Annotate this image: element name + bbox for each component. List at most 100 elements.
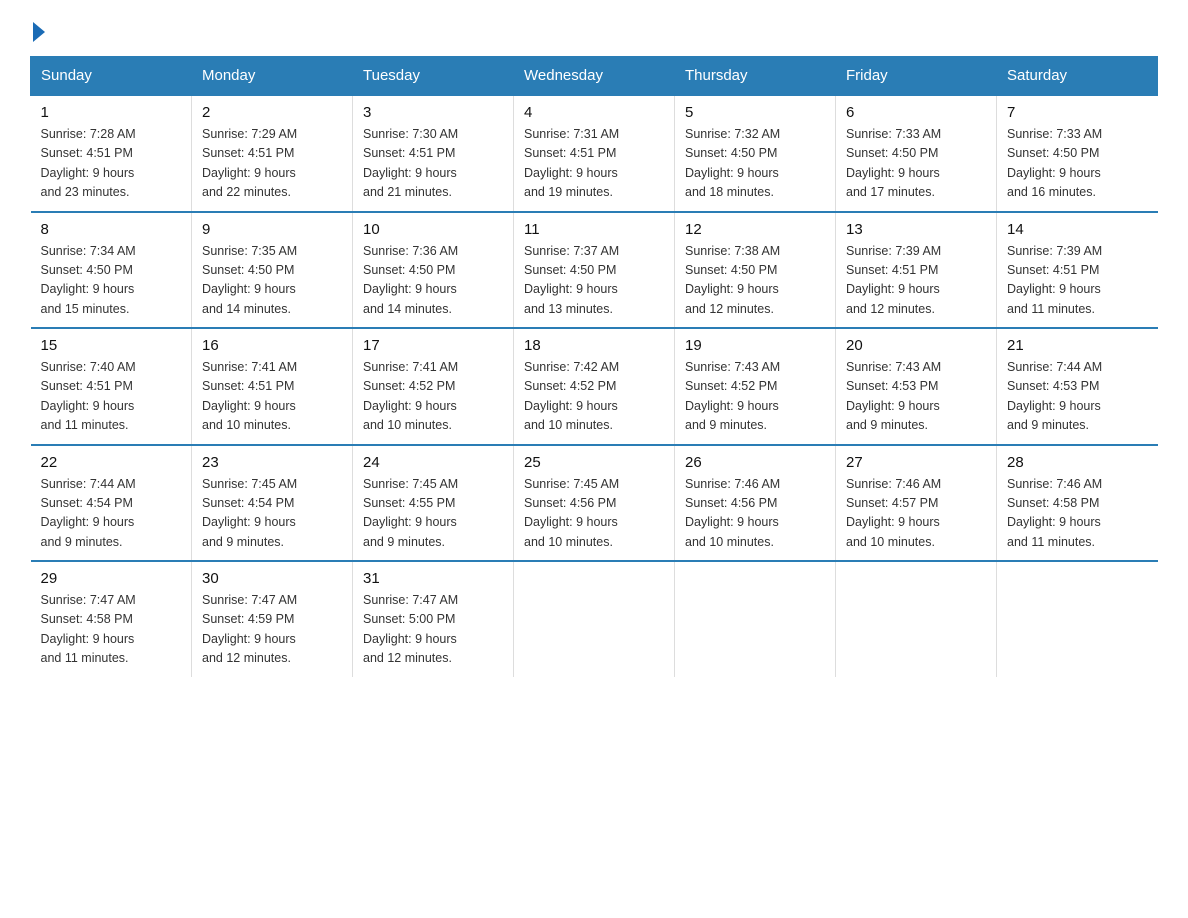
day-info: Sunrise: 7:28 AM Sunset: 4:51 PM Dayligh… (41, 125, 182, 203)
day-cell: 5 Sunrise: 7:32 AM Sunset: 4:50 PM Dayli… (675, 95, 836, 212)
day-number: 7 (1007, 104, 1148, 121)
day-info: Sunrise: 7:43 AM Sunset: 4:52 PM Dayligh… (685, 358, 825, 436)
day-number: 14 (1007, 221, 1148, 238)
logo (30, 20, 45, 38)
day-cell: 28 Sunrise: 7:46 AM Sunset: 4:58 PM Dayl… (997, 445, 1158, 562)
logo-arrow-icon (33, 22, 45, 42)
header-cell-wednesday: Wednesday (514, 57, 675, 96)
header-cell-monday: Monday (192, 57, 353, 96)
day-info: Sunrise: 7:44 AM Sunset: 4:53 PM Dayligh… (1007, 358, 1148, 436)
day-cell: 13 Sunrise: 7:39 AM Sunset: 4:51 PM Dayl… (836, 212, 997, 329)
day-cell: 4 Sunrise: 7:31 AM Sunset: 4:51 PM Dayli… (514, 95, 675, 212)
day-number: 8 (41, 221, 182, 238)
week-row-4: 22 Sunrise: 7:44 AM Sunset: 4:54 PM Dayl… (31, 445, 1158, 562)
day-cell: 18 Sunrise: 7:42 AM Sunset: 4:52 PM Dayl… (514, 328, 675, 445)
day-info: Sunrise: 7:40 AM Sunset: 4:51 PM Dayligh… (41, 358, 182, 436)
day-number: 24 (363, 454, 503, 471)
day-cell: 25 Sunrise: 7:45 AM Sunset: 4:56 PM Dayl… (514, 445, 675, 562)
day-info: Sunrise: 7:43 AM Sunset: 4:53 PM Dayligh… (846, 358, 986, 436)
day-number: 12 (685, 221, 825, 238)
day-info: Sunrise: 7:31 AM Sunset: 4:51 PM Dayligh… (524, 125, 664, 203)
day-info: Sunrise: 7:44 AM Sunset: 4:54 PM Dayligh… (41, 475, 182, 553)
day-info: Sunrise: 7:46 AM Sunset: 4:58 PM Dayligh… (1007, 475, 1148, 553)
day-cell (675, 561, 836, 677)
week-row-2: 8 Sunrise: 7:34 AM Sunset: 4:50 PM Dayli… (31, 212, 1158, 329)
day-cell: 26 Sunrise: 7:46 AM Sunset: 4:56 PM Dayl… (675, 445, 836, 562)
day-info: Sunrise: 7:32 AM Sunset: 4:50 PM Dayligh… (685, 125, 825, 203)
header-cell-tuesday: Tuesday (353, 57, 514, 96)
day-number: 20 (846, 337, 986, 354)
day-cell: 9 Sunrise: 7:35 AM Sunset: 4:50 PM Dayli… (192, 212, 353, 329)
header-cell-thursday: Thursday (675, 57, 836, 96)
day-cell: 7 Sunrise: 7:33 AM Sunset: 4:50 PM Dayli… (997, 95, 1158, 212)
day-number: 22 (41, 454, 182, 471)
header-cell-saturday: Saturday (997, 57, 1158, 96)
day-number: 5 (685, 104, 825, 121)
day-number: 15 (41, 337, 182, 354)
day-number: 19 (685, 337, 825, 354)
day-info: Sunrise: 7:41 AM Sunset: 4:51 PM Dayligh… (202, 358, 342, 436)
day-cell: 11 Sunrise: 7:37 AM Sunset: 4:50 PM Dayl… (514, 212, 675, 329)
day-cell: 20 Sunrise: 7:43 AM Sunset: 4:53 PM Dayl… (836, 328, 997, 445)
day-number: 2 (202, 104, 342, 121)
day-cell: 2 Sunrise: 7:29 AM Sunset: 4:51 PM Dayli… (192, 95, 353, 212)
day-number: 30 (202, 570, 342, 587)
day-cell: 21 Sunrise: 7:44 AM Sunset: 4:53 PM Dayl… (997, 328, 1158, 445)
day-number: 6 (846, 104, 986, 121)
day-cell: 6 Sunrise: 7:33 AM Sunset: 4:50 PM Dayli… (836, 95, 997, 212)
header-cell-sunday: Sunday (31, 57, 192, 96)
day-info: Sunrise: 7:30 AM Sunset: 4:51 PM Dayligh… (363, 125, 503, 203)
day-cell: 14 Sunrise: 7:39 AM Sunset: 4:51 PM Dayl… (997, 212, 1158, 329)
day-cell: 10 Sunrise: 7:36 AM Sunset: 4:50 PM Dayl… (353, 212, 514, 329)
week-row-1: 1 Sunrise: 7:28 AM Sunset: 4:51 PM Dayli… (31, 95, 1158, 212)
day-cell: 30 Sunrise: 7:47 AM Sunset: 4:59 PM Dayl… (192, 561, 353, 677)
week-row-5: 29 Sunrise: 7:47 AM Sunset: 4:58 PM Dayl… (31, 561, 1158, 677)
day-cell: 29 Sunrise: 7:47 AM Sunset: 4:58 PM Dayl… (31, 561, 192, 677)
day-info: Sunrise: 7:33 AM Sunset: 4:50 PM Dayligh… (1007, 125, 1148, 203)
day-info: Sunrise: 7:36 AM Sunset: 4:50 PM Dayligh… (363, 242, 503, 320)
day-cell (514, 561, 675, 677)
day-info: Sunrise: 7:37 AM Sunset: 4:50 PM Dayligh… (524, 242, 664, 320)
page-header (30, 20, 1158, 38)
day-number: 21 (1007, 337, 1148, 354)
day-info: Sunrise: 7:47 AM Sunset: 4:59 PM Dayligh… (202, 591, 342, 669)
day-number: 27 (846, 454, 986, 471)
day-cell: 22 Sunrise: 7:44 AM Sunset: 4:54 PM Dayl… (31, 445, 192, 562)
day-info: Sunrise: 7:39 AM Sunset: 4:51 PM Dayligh… (846, 242, 986, 320)
day-number: 1 (41, 104, 182, 121)
day-number: 4 (524, 104, 664, 121)
day-cell: 19 Sunrise: 7:43 AM Sunset: 4:52 PM Dayl… (675, 328, 836, 445)
calendar-body: 1 Sunrise: 7:28 AM Sunset: 4:51 PM Dayli… (31, 95, 1158, 677)
day-info: Sunrise: 7:47 AM Sunset: 5:00 PM Dayligh… (363, 591, 503, 669)
day-number: 23 (202, 454, 342, 471)
day-info: Sunrise: 7:45 AM Sunset: 4:56 PM Dayligh… (524, 475, 664, 553)
day-cell: 24 Sunrise: 7:45 AM Sunset: 4:55 PM Dayl… (353, 445, 514, 562)
day-info: Sunrise: 7:34 AM Sunset: 4:50 PM Dayligh… (41, 242, 182, 320)
calendar-table: SundayMondayTuesdayWednesdayThursdayFrid… (30, 56, 1158, 677)
day-info: Sunrise: 7:46 AM Sunset: 4:57 PM Dayligh… (846, 475, 986, 553)
day-info: Sunrise: 7:33 AM Sunset: 4:50 PM Dayligh… (846, 125, 986, 203)
day-number: 26 (685, 454, 825, 471)
day-cell: 3 Sunrise: 7:30 AM Sunset: 4:51 PM Dayli… (353, 95, 514, 212)
day-info: Sunrise: 7:39 AM Sunset: 4:51 PM Dayligh… (1007, 242, 1148, 320)
day-info: Sunrise: 7:29 AM Sunset: 4:51 PM Dayligh… (202, 125, 342, 203)
day-number: 3 (363, 104, 503, 121)
day-number: 18 (524, 337, 664, 354)
day-info: Sunrise: 7:46 AM Sunset: 4:56 PM Dayligh… (685, 475, 825, 553)
day-info: Sunrise: 7:42 AM Sunset: 4:52 PM Dayligh… (524, 358, 664, 436)
day-cell: 23 Sunrise: 7:45 AM Sunset: 4:54 PM Dayl… (192, 445, 353, 562)
day-cell: 17 Sunrise: 7:41 AM Sunset: 4:52 PM Dayl… (353, 328, 514, 445)
day-info: Sunrise: 7:38 AM Sunset: 4:50 PM Dayligh… (685, 242, 825, 320)
day-cell: 12 Sunrise: 7:38 AM Sunset: 4:50 PM Dayl… (675, 212, 836, 329)
day-number: 9 (202, 221, 342, 238)
day-number: 29 (41, 570, 182, 587)
day-cell: 27 Sunrise: 7:46 AM Sunset: 4:57 PM Dayl… (836, 445, 997, 562)
day-cell (997, 561, 1158, 677)
day-number: 31 (363, 570, 503, 587)
day-cell: 16 Sunrise: 7:41 AM Sunset: 4:51 PM Dayl… (192, 328, 353, 445)
day-number: 16 (202, 337, 342, 354)
day-info: Sunrise: 7:47 AM Sunset: 4:58 PM Dayligh… (41, 591, 182, 669)
day-info: Sunrise: 7:41 AM Sunset: 4:52 PM Dayligh… (363, 358, 503, 436)
day-cell (836, 561, 997, 677)
day-number: 11 (524, 221, 664, 238)
